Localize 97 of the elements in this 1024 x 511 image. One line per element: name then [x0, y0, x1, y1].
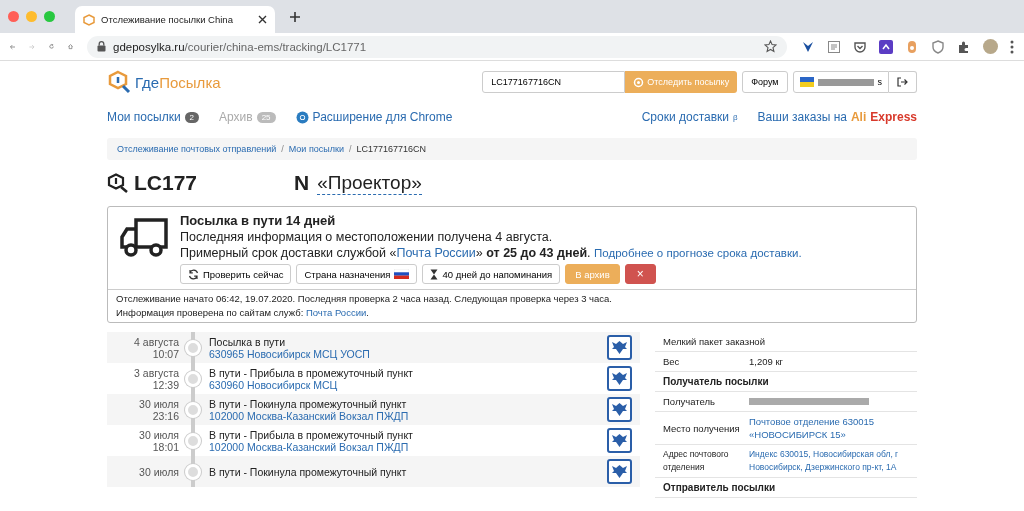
logo-icon[interactable] [107, 70, 131, 94]
url-text: gdeposylka.ru/courier/china-ems/tracking/LC1771 [113, 40, 368, 53]
lock-icon [97, 41, 106, 52]
target-icon [633, 76, 645, 88]
aliexpress-orders-link[interactable]: Ваши заказы на Ali Express [757, 110, 917, 124]
shield-icon[interactable] [931, 39, 945, 54]
redaction-bar [817, 78, 874, 86]
delivery-times-link[interactable]: Сроки доставки $^{β}$ [641, 110, 738, 124]
refresh-icon [188, 268, 199, 280]
delivery-estimate: Примерный срок доставки службой «Почта России» от 25 до 43 дней. Подробнее о прогнозе срока доставки. [180, 246, 802, 260]
eagle-emblem-icon [607, 335, 632, 360]
event-location-link[interactable]: 102000 Москва-Казанский Вокзал ПЖДП [209, 440, 607, 453]
event-time: 10:07 [152, 347, 179, 360]
parcel-name-prefix: N [294, 171, 310, 195]
event-title: В пути - Прибыла в промежуточный пункт [209, 428, 414, 441]
timer-button[interactable]: 40 дней до напоминания [422, 264, 561, 284]
avatar-circle[interactable] [983, 39, 998, 54]
section-heading: Получатель посылки [655, 372, 917, 392]
event-title: Посылка в пути [209, 335, 286, 348]
breadcrumb-link[interactable]: Мои посылки [288, 144, 344, 154]
parcel-name[interactable]: «Проектор» [317, 171, 422, 195]
count-badge: 2 [184, 111, 200, 123]
event-title: В пути - Прибыла в промежуточный пункт [209, 366, 414, 379]
address-bar[interactable]: gdeposylka.ru/courier/china-ems/tracking/LC1771 [87, 35, 787, 58]
sources-info: Информация проверена по сайтам служб: Почта России. [116, 306, 370, 320]
eagle-emblem-icon [607, 397, 632, 422]
logout-icon [897, 77, 908, 87]
refresh-button[interactable]: Проверить сейчас [180, 264, 292, 284]
star-icon[interactable] [764, 40, 777, 53]
event-time: 18:01 [152, 440, 179, 453]
breadcrumb-separator: / [348, 144, 352, 154]
forum-button[interactable]: Форум [742, 71, 788, 93]
count-badge: 25 [256, 111, 276, 123]
user-button[interactable]: s [792, 71, 889, 93]
timeline-dot [185, 339, 201, 356]
event-date: 30 июля [139, 428, 179, 441]
new-tab-icon[interactable] [289, 10, 301, 23]
tracking-info: Отслеживание начато 06:42, 19.07.2020. Последняя проверка 2 часа назад. Следующая проверка через 3 часа. [116, 292, 613, 306]
chrome-icon [295, 110, 309, 124]
event-location-link[interactable]: 102000 Москва-Казанский Вокзал ПЖДП [209, 409, 607, 422]
event-date: 30 июля [139, 465, 179, 478]
event-date: 3 августа [134, 366, 179, 379]
box-icon [83, 13, 95, 26]
close-icon[interactable] [258, 15, 267, 24]
detail-label: Получатель [663, 395, 716, 408]
event-title: В пути - Покинула промежуточный пункт [209, 465, 408, 478]
timeline-dot [185, 370, 201, 387]
timeline-dot [185, 463, 201, 480]
service-link[interactable]: Почта России [396, 246, 476, 260]
browser-tab[interactable]: Отслеживание посылки China [75, 6, 275, 33]
logo-text[interactable]: ГдеПосылка [135, 73, 221, 91]
event-location-link[interactable]: 630965 Новосибирск МСЦ УОСП [209, 347, 607, 360]
extension-icon[interactable] [801, 39, 815, 54]
tracking-number: LC177 [134, 171, 199, 195]
nav-link[interactable]: Расширение для Chrome [295, 110, 453, 124]
breadcrumb-link[interactable]: Отслеживание почтовых отправлений [117, 144, 277, 154]
logout-button[interactable] [889, 71, 917, 93]
detail-link[interactable]: Почтовое отделение 630015 «НОВОСИБИРСК 15» [749, 415, 909, 441]
status-title: Посылка в пути 14 дней [180, 213, 337, 228]
tracking-number-field[interactable]: LC177167716CN [482, 71, 626, 93]
event-time: 23:16 [152, 409, 179, 422]
event-location-link[interactable]: 630960 Новосибирск МСЦ [209, 378, 607, 391]
detail-label: Место получения [663, 421, 741, 435]
eagle-emblem-icon [607, 366, 632, 391]
location-info: Последняя информация о местоположении получена 4 августа. [180, 230, 554, 244]
timeline-dot [185, 432, 201, 449]
delete-button[interactable]: × [624, 264, 656, 284]
timeline-dot [185, 401, 201, 418]
window-close-button[interactable] [8, 11, 19, 22]
forecast-link[interactable]: Подробнее о прогнозе срока доставки. [594, 247, 802, 259]
detail-label: Адрес почтового отделения [663, 448, 730, 474]
menu-icon[interactable] [1010, 39, 1014, 54]
country-button[interactable]: Страна назначения [296, 264, 418, 284]
flag-icon [799, 77, 814, 87]
pocket-icon[interactable] [853, 39, 867, 54]
hourglass-icon [430, 268, 439, 280]
tab-title: Отслеживание посылки China [101, 14, 234, 25]
logo-icon [107, 173, 129, 193]
flag-icon [394, 269, 410, 279]
package-type: Мелкий пакет заказной [655, 332, 917, 352]
section-heading: Отправитель посылки [655, 478, 917, 498]
breadcrumb-current: LC177167716CN [356, 144, 427, 154]
puzzle-icon[interactable] [957, 39, 971, 54]
detail-value: 1,209 кг [749, 355, 785, 368]
event-title: В пути - Покинула промежуточный пункт [209, 397, 408, 410]
detail-label: Вес [663, 355, 681, 368]
eagle-emblem-icon [607, 459, 632, 484]
truck-icon [120, 217, 170, 259]
detail-link[interactable]: Индекс 630015, Новосибирская обл, г Новосибирск, Дзержинского пр-кт, 1А [749, 448, 909, 474]
nav-link[interactable]: Мои посылки 2 [107, 110, 200, 124]
event-date: 4 августа [134, 335, 179, 348]
extension-icon[interactable] [879, 39, 893, 54]
breadcrumb-separator: / [281, 144, 284, 154]
event-time: 12:39 [152, 378, 179, 391]
reader-icon[interactable] [827, 39, 841, 54]
event-date: 30 июля [139, 397, 179, 410]
eagle-emblem-icon [607, 428, 632, 453]
